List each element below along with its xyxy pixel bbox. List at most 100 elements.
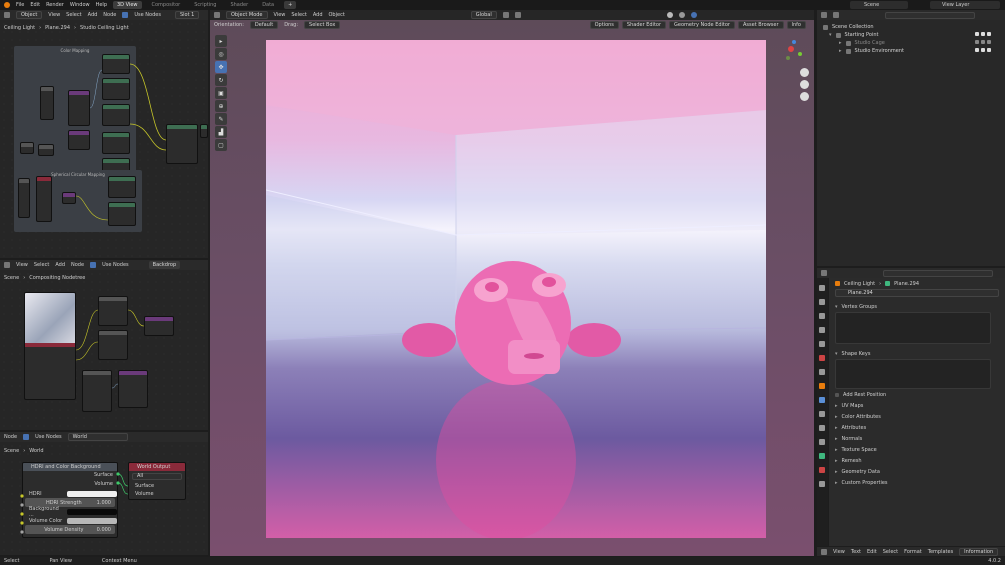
workspace-tab-compositor[interactable]: Compositor	[148, 1, 185, 9]
add-rest-position-row[interactable]: Add Rest Position	[829, 389, 1005, 400]
text-menu-view[interactable]: View	[833, 549, 845, 555]
filter-icon[interactable]	[833, 12, 839, 18]
panel-header-shape-keys[interactable]: ▾ Shape Keys	[829, 348, 1005, 359]
properties-search-input[interactable]	[883, 269, 993, 277]
orientation-dropdown[interactable]: Default	[249, 20, 279, 29]
comp-menu-view[interactable]: View	[16, 262, 28, 268]
panel-header-uv-maps[interactable]: ▸ UV Maps	[829, 400, 1005, 411]
eye-icon[interactable]	[981, 48, 985, 52]
move-tool-icon[interactable]: ✥	[215, 61, 227, 73]
text-menu-format[interactable]: Format	[904, 549, 922, 555]
panel-header-texture-space[interactable]: ▸ Texture Space	[829, 444, 1005, 455]
object-mode-dropdown[interactable]: Object Mode	[226, 11, 268, 19]
pan-icon[interactable]	[800, 80, 809, 89]
vertex-groups-list[interactable]	[835, 312, 991, 344]
chevron-right-icon[interactable]: ▸	[839, 48, 842, 54]
particles-tab-icon[interactable]	[819, 411, 825, 417]
transform-tool-icon[interactable]: ⊕	[215, 100, 227, 112]
panel-header-normals[interactable]: ▸ Normals	[829, 433, 1005, 444]
shader-menu-node[interactable]: Node	[103, 12, 116, 18]
render-tab-icon[interactable]	[819, 299, 825, 305]
physics-tab-icon[interactable]	[819, 425, 825, 431]
panel-header-geometry-data[interactable]: ▸ Geometry Data	[829, 466, 1005, 477]
camera-icon[interactable]	[987, 40, 991, 44]
world-node-editor[interactable]: Scene › World HDRI and Color Background S…	[0, 442, 208, 555]
navigation-gizmo[interactable]	[780, 38, 810, 68]
asset-browser-button[interactable]: Asset Browser	[738, 20, 784, 29]
viewport-menu-select[interactable]: Select	[291, 12, 306, 18]
checkbox-icon[interactable]	[975, 32, 979, 36]
text-menu-templates[interactable]: Templates	[928, 549, 953, 555]
mesh-name-field[interactable]: Plane.294	[835, 289, 999, 297]
world-tab-icon[interactable]	[819, 355, 825, 361]
panel-header-color-attributes[interactable]: ▸ Color Attributes	[829, 411, 1005, 422]
menu-edit[interactable]: Edit	[30, 2, 40, 8]
text-menu-edit[interactable]: Edit	[867, 549, 877, 555]
annotate-tool-icon[interactable]: ✎	[215, 113, 227, 125]
material-tab-icon[interactable]	[819, 467, 825, 473]
editor-type-icon[interactable]	[4, 12, 10, 18]
cursor-tool-icon[interactable]: ◎	[215, 48, 227, 60]
blender-logo-icon[interactable]	[4, 2, 10, 8]
menu-help[interactable]: Help	[96, 2, 107, 8]
constraints-tab-icon[interactable]	[819, 439, 825, 445]
shader-menu-add[interactable]: Add	[88, 12, 98, 18]
eye-icon[interactable]	[981, 32, 985, 36]
camera-icon[interactable]	[987, 48, 991, 52]
chevron-right-icon[interactable]: ▸	[839, 40, 842, 46]
viewport-shading-solid-icon[interactable]	[666, 12, 673, 18]
use-nodes-checkbox[interactable]	[122, 12, 129, 18]
viewport-shading-material-icon[interactable]	[678, 12, 685, 18]
scene-tab-icon[interactable]	[819, 341, 825, 347]
mesh-data-tab-icon[interactable]	[819, 453, 825, 459]
eye-icon[interactable]	[981, 40, 985, 44]
text-datablock-selector[interactable]: Information	[959, 547, 999, 556]
checkbox-icon[interactable]	[975, 48, 979, 52]
editor-type-icon[interactable]	[821, 270, 827, 276]
chevron-down-icon[interactable]: ▾	[829, 32, 832, 38]
viewport-menu-add[interactable]: Add	[313, 12, 323, 18]
transform-orientation-dropdown[interactable]: Global	[470, 11, 497, 19]
viewport[interactable]: Orientation: Default Drag: Select Box Op…	[210, 20, 814, 556]
viewport-shading-rendered-icon[interactable]	[690, 12, 697, 18]
select-tool-icon[interactable]: ▸	[215, 35, 227, 47]
editor-type-icon[interactable]	[821, 12, 827, 18]
workspace-tab-scripting[interactable]: Scripting	[190, 1, 220, 9]
checkbox-icon[interactable]	[835, 392, 839, 397]
panel-header-attributes[interactable]: ▸ Attributes	[829, 422, 1005, 433]
shape-keys-list[interactable]	[835, 359, 991, 389]
object-tab-icon[interactable]	[819, 383, 825, 389]
outliner[interactable]: Scene Collection ▾ Starting Point ▸ Stud…	[817, 20, 1005, 266]
text-menu-text[interactable]: Text	[851, 549, 861, 555]
outliner-search-input[interactable]	[885, 11, 975, 19]
shader-mode-dropdown[interactable]: Object	[16, 11, 43, 19]
modifier-tab-icon[interactable]	[819, 397, 825, 403]
output-tab-icon[interactable]	[819, 313, 825, 319]
scene-selector[interactable]: Scene	[850, 1, 908, 9]
snap-icon[interactable]	[502, 12, 509, 18]
shader-menu-select[interactable]: Select	[66, 12, 81, 18]
workspace-tab-shader[interactable]: Shader	[226, 1, 252, 9]
shader-node-editor[interactable]: Ceiling Light › Plane.294 › Studio Ceiling…	[0, 20, 208, 258]
view-layer-selector[interactable]: View Layer	[930, 1, 1000, 9]
editor-type-icon[interactable]	[214, 12, 220, 18]
comp-menu-node[interactable]: Node	[71, 262, 84, 268]
drag-dropdown[interactable]: Select Box	[304, 20, 341, 29]
shader-menu-view[interactable]: View	[48, 12, 60, 18]
text-menu-select[interactable]: Select	[883, 549, 898, 555]
use-nodes-checkbox[interactable]	[90, 262, 97, 268]
options-button[interactable]: Options	[589, 20, 619, 29]
workspace-tab-data[interactable]: Data	[258, 1, 278, 9]
slot-dropdown[interactable]: Slot 1	[174, 11, 200, 19]
info-button[interactable]: Info	[786, 20, 806, 29]
panel-header-vertex-groups[interactable]: ▾ Vertex Groups	[829, 301, 1005, 312]
zoom-icon[interactable]	[800, 68, 809, 77]
comp-menu-add[interactable]: Add	[55, 262, 65, 268]
menu-render[interactable]: Render	[46, 2, 64, 8]
geometry-node-editor-button[interactable]: Geometry Node Editor	[669, 20, 735, 29]
add-cube-tool-icon[interactable]: ▢	[215, 139, 227, 151]
editor-type-icon[interactable]	[4, 262, 10, 268]
world-selector[interactable]: World	[67, 433, 128, 441]
camera-view-icon[interactable]	[800, 92, 809, 101]
shader-editor-button[interactable]: Shader Editor	[621, 20, 667, 29]
